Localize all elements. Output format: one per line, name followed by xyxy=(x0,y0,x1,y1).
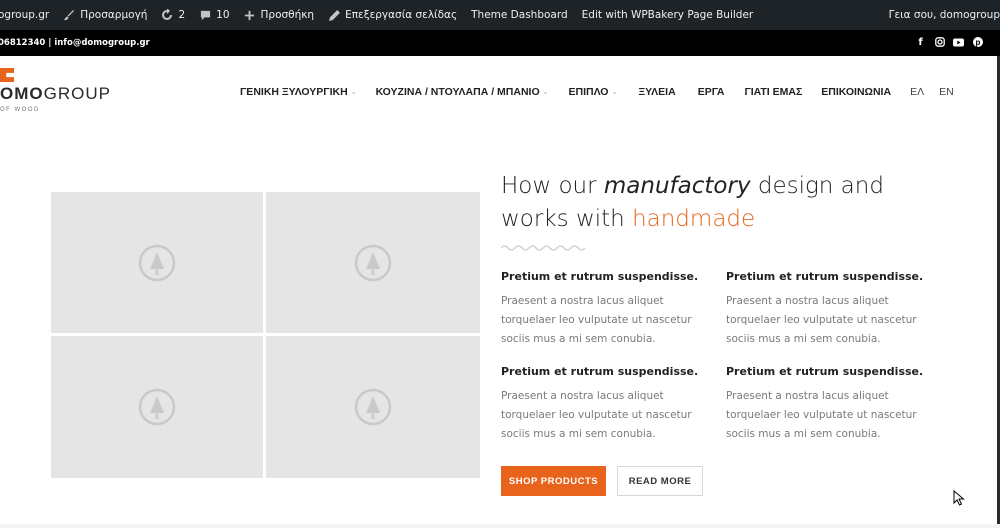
tree-icon xyxy=(138,388,176,426)
site-logo[interactable]: OMOGROUP OF WOOD xyxy=(0,66,120,118)
admin-bar: ogroup.gr Προσαρμογή 2 10 Προσθήκη Επεξε… xyxy=(0,0,1000,30)
page: ogroup.gr Προσαρμογή 2 10 Προσθήκη Επεξε… xyxy=(0,0,1000,528)
feature-text: Praesent a nostra lacus aliquet torquelae… xyxy=(726,390,917,440)
chevron-down-icon: ⌄ xyxy=(350,89,357,96)
social-links: f p xyxy=(915,35,983,49)
image-placeholder xyxy=(266,192,480,333)
language-el-link[interactable]: ΕΛ xyxy=(910,86,924,98)
section-divider xyxy=(0,524,1000,528)
admin-site-label: ogroup.gr xyxy=(0,9,50,21)
pinterest-icon[interactable]: p xyxy=(972,35,983,49)
mouse-cursor-icon xyxy=(953,490,965,506)
admin-edit-page-link[interactable]: Επεξεργασία σελίδας xyxy=(321,0,464,30)
read-more-button[interactable]: READ MORE xyxy=(617,466,703,496)
language-en-link[interactable]: EN xyxy=(939,86,954,98)
tree-icon xyxy=(138,244,176,281)
nav-item-label: ΕΠΙΠΛΟ xyxy=(568,86,609,98)
image-placeholder xyxy=(266,336,480,478)
admin-theme-dashboard-link[interactable]: Theme Dashboard xyxy=(464,0,575,30)
feature-block: Pretium et rutrum suspendisse. Praesent … xyxy=(501,365,701,444)
feature-block: Pretium et rutrum suspendisse. Praesent … xyxy=(501,270,701,349)
nav-item[interactable]: ΚΟΥΖΙΝΑ / ΝΤΟΥΛΑΠΑ / ΜΠΑΝΙΟ ⌄ xyxy=(376,86,549,98)
nav-item-label: ΕΡΓΑ xyxy=(697,86,725,98)
main-navigation: ΓΕΝΙΚΗ ΞΥΛΟΥΡΓΙΚΗ ⌄ ΚΟΥΖΙΝΑ / ΝΤΟΥΛΑΠΑ / Μ… xyxy=(240,86,954,98)
wave-divider xyxy=(501,245,586,251)
admin-site-link[interactable]: ogroup.gr xyxy=(0,0,56,30)
image-gallery xyxy=(51,192,480,478)
logo-tagline: OF WOOD xyxy=(0,107,40,113)
youtube-icon[interactable] xyxy=(953,35,964,49)
nav-item[interactable]: ΞΥΛΕΙΑ xyxy=(638,86,675,98)
admin-customize-label: Προσαρμογή xyxy=(80,9,148,21)
admin-comments-link[interactable]: 10 xyxy=(192,0,236,30)
feature-block: Pretium et rutrum suspendisse. Praesent … xyxy=(726,365,926,444)
nav-item[interactable]: ΕΠΙΠΛΟ ⌄ xyxy=(569,86,618,98)
nav-item-label: ΓΙΑΤΙ ΕΜΑΣ xyxy=(744,86,803,98)
admin-customize-link[interactable]: Προσαρμογή xyxy=(56,0,154,30)
admin-comments-count: 10 xyxy=(216,9,230,21)
admin-theme-dashboard-label: Theme Dashboard xyxy=(471,9,568,21)
nav-item-label: ΓΕΝΙΚΗ ΞΥΛΟΥΡΓΙΚΗ xyxy=(240,86,348,98)
feature-block: Pretium et rutrum suspendisse. Praesent … xyxy=(726,270,926,349)
admin-greeting: Γεια σου, domogroup xyxy=(888,9,1000,21)
admin-wpbakery-label: Edit with WPBakery Page Builder xyxy=(581,9,754,21)
brush-icon xyxy=(63,9,75,21)
feature-title: Pretium et rutrum suspendisse. xyxy=(726,365,924,378)
logo-wordmark: OMOGROUP xyxy=(0,84,111,103)
nav-item[interactable]: ΓΕΝΙΚΗ ΞΥΛΟΥΡΓΙΚΗ ⌄ xyxy=(240,86,357,98)
nav-item[interactable]: ΕΠΙΚΟΙΝΩΝΙΑ xyxy=(821,86,891,98)
image-placeholder xyxy=(51,336,263,478)
section-heading: How our manufactory design and works wit… xyxy=(501,173,884,232)
pencil-icon xyxy=(328,9,340,21)
admin-account-link[interactable]: Γεια σου, domogroup xyxy=(889,0,1000,30)
chevron-down-icon: ⌄ xyxy=(611,89,618,96)
refresh-icon xyxy=(161,9,173,21)
feature-title: Pretium et rutrum suspendisse. xyxy=(726,270,924,283)
nav-item[interactable]: ΓΙΑΤΙ ΕΜΑΣ xyxy=(744,86,802,98)
facebook-icon[interactable]: f xyxy=(915,35,926,49)
feature-text: Praesent a nostra lacus aliquet torquelae… xyxy=(726,295,917,345)
admin-edit-page-label: Επεξεργασία σελίδας xyxy=(345,9,458,21)
admin-updates-link[interactable]: 2 xyxy=(154,0,192,30)
comment-icon xyxy=(199,9,211,21)
shop-products-button[interactable]: SHOP PRODUCTS xyxy=(501,466,606,496)
nav-item-label: ΕΠΙΚΟΙΝΩΝΙΑ xyxy=(821,86,892,98)
instagram-icon[interactable] xyxy=(934,35,945,49)
logo-mark xyxy=(0,68,14,82)
admin-add-new-label: Προσθήκη xyxy=(260,9,315,21)
feature-title: Pretium et rutrum suspendisse. xyxy=(501,270,699,283)
tree-icon xyxy=(354,244,392,281)
chevron-down-icon: ⌄ xyxy=(542,89,549,96)
nav-item[interactable]: ΕΡΓΑ xyxy=(698,86,725,98)
contact-info: 06812340 | info@domogroup.gr xyxy=(0,38,150,48)
tree-icon xyxy=(354,388,392,426)
admin-wpbakery-link[interactable]: Edit with WPBakery Page Builder xyxy=(575,0,761,30)
image-placeholder xyxy=(51,192,263,333)
nav-item-label: ΚΟΥΖΙΝΑ / ΝΤΟΥΛΑΠΑ / ΜΠΑΝΙΟ xyxy=(375,86,540,98)
feature-title: Pretium et rutrum suspendisse. xyxy=(501,365,699,378)
feature-text: Praesent a nostra lacus aliquet torquelae… xyxy=(501,295,692,345)
feature-text: Praesent a nostra lacus aliquet torquelae… xyxy=(501,390,692,440)
top-contact-bar: 06812340 | info@domogroup.gr f p xyxy=(0,30,1000,56)
admin-updates-count: 2 xyxy=(178,9,186,21)
svg-text:p: p xyxy=(975,38,980,47)
nav-item-label: ΞΥΛΕΙΑ xyxy=(638,86,676,98)
admin-add-new-link[interactable]: Προσθήκη xyxy=(237,0,322,30)
plus-icon xyxy=(244,9,256,21)
